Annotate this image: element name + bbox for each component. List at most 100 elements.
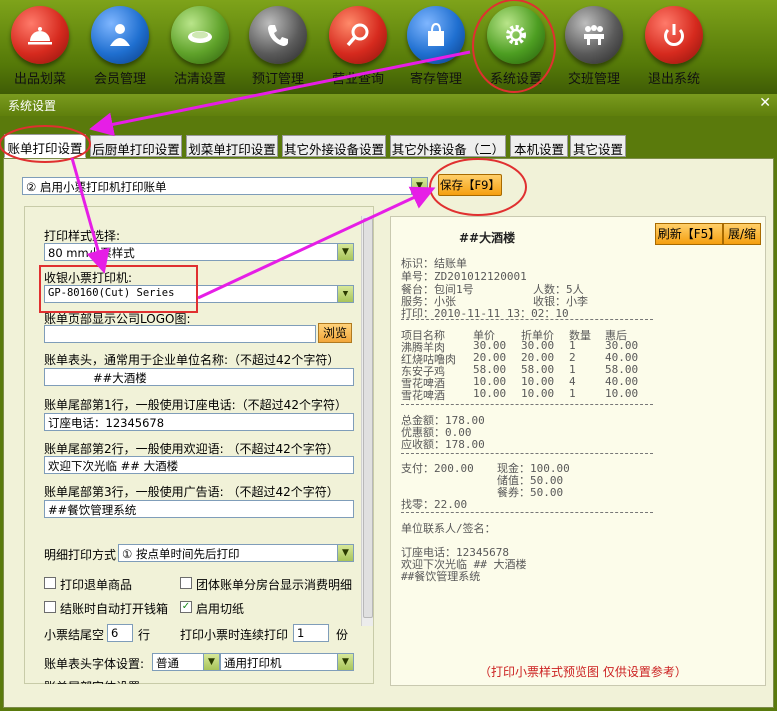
change-line: 找零：22.00 bbox=[401, 498, 468, 511]
tab-bill-print[interactable]: 账单打印设置 bbox=[4, 134, 86, 158]
print-mode-select[interactable]: ② 启用小票打印机打印账单 ▼ bbox=[22, 177, 428, 195]
pay-voucher: 餐券：50.00 bbox=[497, 486, 564, 499]
chevron-down-icon: ▼ bbox=[337, 286, 353, 302]
footer2-input[interactable]: 欢迎下次光临 ## 大酒楼 bbox=[44, 456, 354, 474]
tab-dish-mark-print[interactable]: 划菜单打印设置 bbox=[186, 135, 278, 157]
tab-other[interactable]: 其它设置 bbox=[570, 135, 626, 157]
browse-button[interactable]: 浏览 bbox=[318, 323, 352, 343]
toolbar-label: 预订管理 bbox=[251, 72, 304, 87]
footer1-input[interactable]: 订座电话：12345678 bbox=[44, 413, 354, 431]
expand-collapse-button[interactable]: 展/缩 bbox=[723, 223, 761, 245]
tab-kitchen-print[interactable]: 后厨单打印设置 bbox=[90, 135, 182, 157]
toolbar-shift-button[interactable]: 交班管理 bbox=[558, 6, 630, 87]
font-label: 账单表头字体设置: bbox=[44, 657, 145, 671]
toolbar-label: 交班管理 bbox=[567, 72, 620, 87]
settings-tabs: 账单打印设置 后厨单打印设置 划菜单打印设置 其它外接设备设置 其它外接设备（二… bbox=[0, 134, 777, 158]
sign-line: 单位联系人/签名： bbox=[401, 522, 496, 535]
dialog-title: 系统设置 bbox=[8, 99, 57, 113]
font-style-select[interactable]: 普通 ▼ bbox=[152, 653, 220, 671]
toolbar-label: 退出系统 bbox=[647, 72, 700, 87]
item-cell: 雪花啤酒 bbox=[401, 389, 445, 402]
toolbar-label: 会员管理 bbox=[93, 72, 146, 87]
style-label: 打印样式选择: bbox=[44, 229, 121, 243]
footer3-input[interactable]: ##餐饮管理系统 bbox=[44, 500, 354, 518]
item-cell: 1 bbox=[569, 387, 576, 400]
detail-select[interactable]: ① 按点单时间先后打印 ▼ bbox=[118, 544, 354, 562]
plate-icon bbox=[171, 6, 229, 64]
detail-label: 明细打印方式 bbox=[44, 548, 117, 562]
preview-note: （打印小票样式预览图 仅供设置参考） bbox=[479, 665, 687, 679]
tail-label: 小票结尾空 bbox=[44, 628, 105, 642]
font-printer-select[interactable]: 通用打印机 ▼ bbox=[220, 653, 354, 671]
close-icon[interactable]: ✕ bbox=[759, 95, 771, 111]
tab-external-device-2[interactable]: 其它外接设备（二） bbox=[390, 135, 506, 157]
cashbox-checkbox[interactable] bbox=[44, 601, 56, 613]
divider bbox=[401, 512, 653, 513]
printer-select[interactable]: GP-80160(Cut) Series ▼ bbox=[44, 285, 354, 303]
save-button[interactable]: 保存【F9】 bbox=[438, 174, 502, 196]
font-style-value: 普通 bbox=[156, 656, 179, 670]
scroll-thumb[interactable] bbox=[363, 218, 373, 618]
style-value: 80 mm小票样式 bbox=[48, 246, 135, 260]
receipt-title: ##大酒楼 bbox=[459, 231, 516, 245]
divider bbox=[401, 404, 653, 405]
divider bbox=[401, 453, 653, 454]
copies-label: 打印小票时连续打印 bbox=[180, 628, 289, 642]
print-cancelled-checkbox[interactable] bbox=[44, 577, 56, 589]
paper-cut-label: 启用切纸 bbox=[196, 602, 245, 616]
logo-path-input[interactable] bbox=[44, 325, 316, 343]
header-input[interactable]: ##大酒楼 bbox=[44, 368, 354, 386]
chevron-down-icon: ▼ bbox=[411, 178, 427, 194]
toolbar-member-button[interactable]: 会员管理 bbox=[84, 6, 156, 87]
divider bbox=[401, 319, 653, 320]
toolbar-booking-button[interactable]: 预订管理 bbox=[242, 6, 314, 87]
toolbar-label: 寄存管理 bbox=[409, 72, 462, 87]
item-cell: 10.00 bbox=[473, 387, 507, 400]
gear-icon bbox=[487, 6, 545, 64]
footer1-label: 账单尾部第1行，一般使用订座电话:（不超过42个字符） bbox=[44, 398, 347, 412]
total-line: 应收额：178.00 bbox=[401, 438, 485, 451]
toolbar-business-query-button[interactable]: 营业查询 bbox=[322, 6, 394, 87]
item-cell: 10.00 bbox=[521, 387, 555, 400]
dialog-titlebar: 系统设置 ✕ bbox=[0, 94, 777, 116]
printer-value: GP-80160(Cut) Series bbox=[48, 287, 175, 299]
pay-total: 支付：200.00 bbox=[401, 462, 474, 475]
footer2-label: 账单尾部第2行，一般使用欢迎语: （不超过42个字符） bbox=[44, 442, 339, 456]
toolbar-label: 出品划菜 bbox=[13, 72, 66, 87]
item-cell: 10.00 bbox=[605, 387, 639, 400]
cloche-icon bbox=[11, 6, 69, 64]
toolbar-exit-button[interactable]: 退出系统 bbox=[638, 6, 710, 87]
group-bill-checkbox[interactable] bbox=[180, 577, 192, 589]
user-icon bbox=[91, 6, 149, 64]
toolbar-system-settings-button[interactable]: 系统设置 bbox=[480, 6, 552, 87]
panel-scrollbar[interactable] bbox=[361, 216, 373, 626]
bag-icon bbox=[407, 6, 465, 64]
chevron-down-icon: ▼ bbox=[337, 545, 353, 561]
header-label: 账单表头，通常用于企业单位名称:（不超过42个字符） bbox=[44, 353, 340, 367]
receipt-footer: ##餐饮管理系统 bbox=[401, 570, 481, 583]
tail-unit: 行 bbox=[138, 628, 151, 642]
main-toolbar: 出品划菜 会员管理 沽清设置 预订管理 营业查询 寄存管理 系统设置 交班管理 … bbox=[0, 0, 777, 94]
style-select[interactable]: 80 mm小票样式 ▼ bbox=[44, 243, 354, 261]
chevron-down-icon: ▼ bbox=[337, 244, 353, 260]
toolbar-dish-serve-button[interactable]: 出品划菜 bbox=[4, 6, 76, 87]
power-icon bbox=[645, 6, 703, 64]
print-cancelled-label: 打印退单商品 bbox=[60, 578, 133, 592]
tab-local[interactable]: 本机设置 bbox=[510, 135, 568, 157]
detail-value: ① 按点单时间先后打印 bbox=[122, 547, 240, 561]
magnifier-icon bbox=[329, 6, 387, 64]
printer-label: 收银小票打印机: bbox=[44, 271, 133, 285]
chevron-down-icon: ▼ bbox=[203, 654, 219, 670]
toolbar-soldout-button[interactable]: 沽清设置 bbox=[164, 6, 236, 87]
chevron-down-icon: ▼ bbox=[337, 654, 353, 670]
toolbar-storage-button[interactable]: 寄存管理 bbox=[400, 6, 472, 87]
font-printer-value: 通用打印机 bbox=[224, 656, 282, 670]
refresh-button[interactable]: 刷新【F5】 bbox=[655, 223, 723, 245]
tail-lines-input[interactable]: 6 bbox=[107, 624, 133, 642]
paper-cut-checkbox[interactable]: ✓ bbox=[180, 601, 192, 613]
toolbar-label: 系统设置 bbox=[489, 72, 542, 87]
phone-icon bbox=[249, 6, 307, 64]
toolbar-label: 沽清设置 bbox=[173, 72, 226, 87]
copies-input[interactable]: 1 bbox=[293, 624, 329, 642]
tab-external-device[interactable]: 其它外接设备设置 bbox=[282, 135, 386, 157]
